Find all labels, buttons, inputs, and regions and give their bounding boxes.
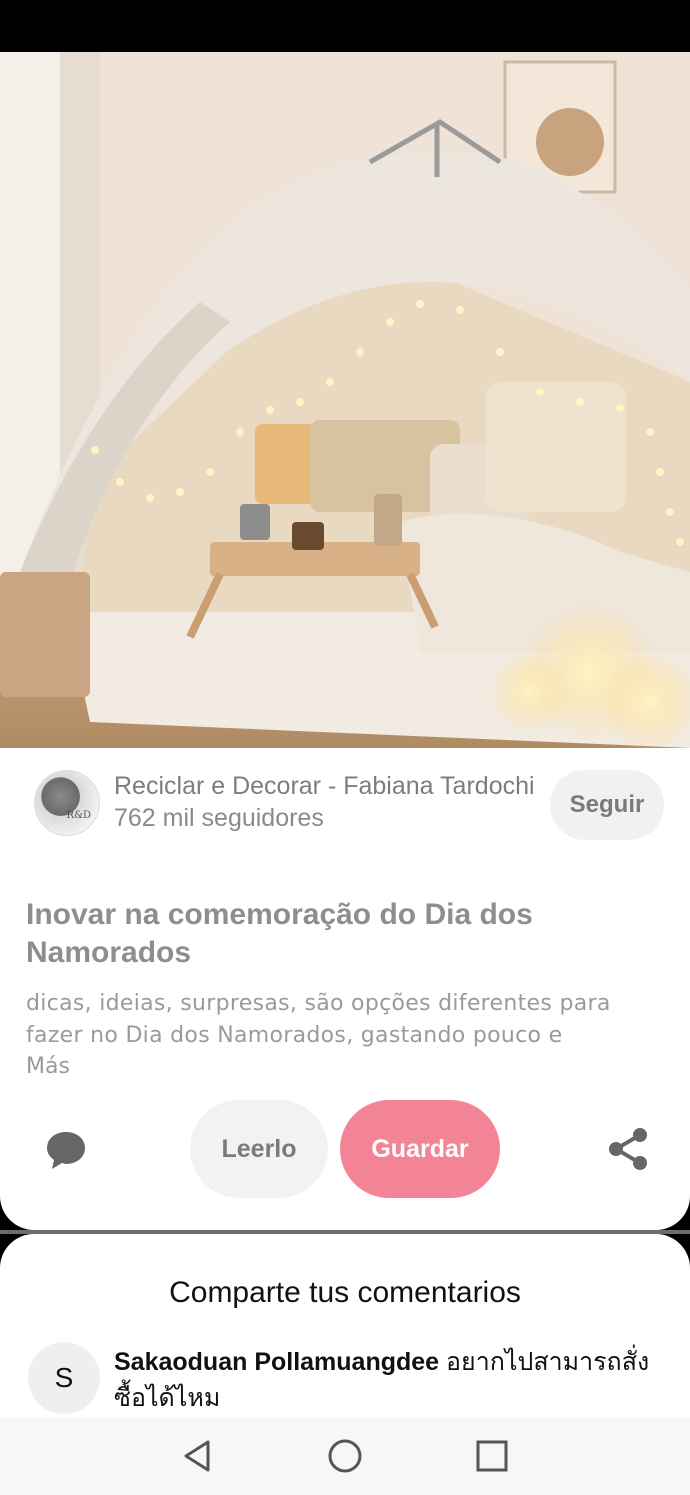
pin-title: Inovar na comemoração do Dia dos Namorad… — [26, 898, 533, 969]
pin-actions: Leerlo Guardar — [0, 1100, 690, 1198]
author-row: R&D Reciclar e Decorar - Fabiana Tardoch… — [34, 770, 664, 840]
status-bar — [0, 0, 690, 52]
comments-title: Comparte tus comentarios — [169, 1276, 521, 1309]
author-avatar[interactable]: R&D — [34, 770, 100, 836]
pin-image[interactable] — [0, 52, 690, 748]
comment-icon[interactable] — [44, 1128, 88, 1172]
save-button[interactable]: Guardar — [340, 1100, 500, 1198]
commenter-avatar[interactable]: S — [28, 1342, 100, 1414]
system-nav-bar — [0, 1418, 690, 1495]
author-avatar-label: R&D — [66, 810, 91, 821]
pin-card: R&D Reciclar e Decorar - Fabiana Tardoch… — [0, 748, 690, 1230]
author-followers: 762 mil seguidores — [114, 804, 324, 832]
author-name[interactable]: Reciclar e Decorar - Fabiana Tardochi — [114, 772, 535, 801]
back-icon[interactable] — [180, 1438, 216, 1474]
tent-illustration — [0, 52, 690, 748]
commenter-name[interactable]: Sakaoduan Pollamuangdee — [114, 1348, 439, 1376]
comments-sheet: Comparte tus comentarios S Sakaoduan Pol… — [0, 1234, 690, 1424]
comment-item: S Sakaoduan Pollamuangdee อยากไปสามารถสั… — [28, 1342, 668, 1422]
follow-button[interactable]: Seguir — [550, 770, 664, 840]
read-button[interactable]: Leerlo — [190, 1100, 328, 1198]
more-link[interactable]: Más — [26, 1054, 70, 1079]
pin-description: dicas, ideias, surpresas, são opções dif… — [26, 991, 611, 1048]
recent-apps-icon[interactable] — [474, 1438, 510, 1474]
home-icon[interactable] — [327, 1438, 363, 1474]
comment-text: Sakaoduan Pollamuangdee อยากไปสามารถสั่ง… — [114, 1344, 654, 1416]
share-icon[interactable] — [606, 1126, 650, 1172]
